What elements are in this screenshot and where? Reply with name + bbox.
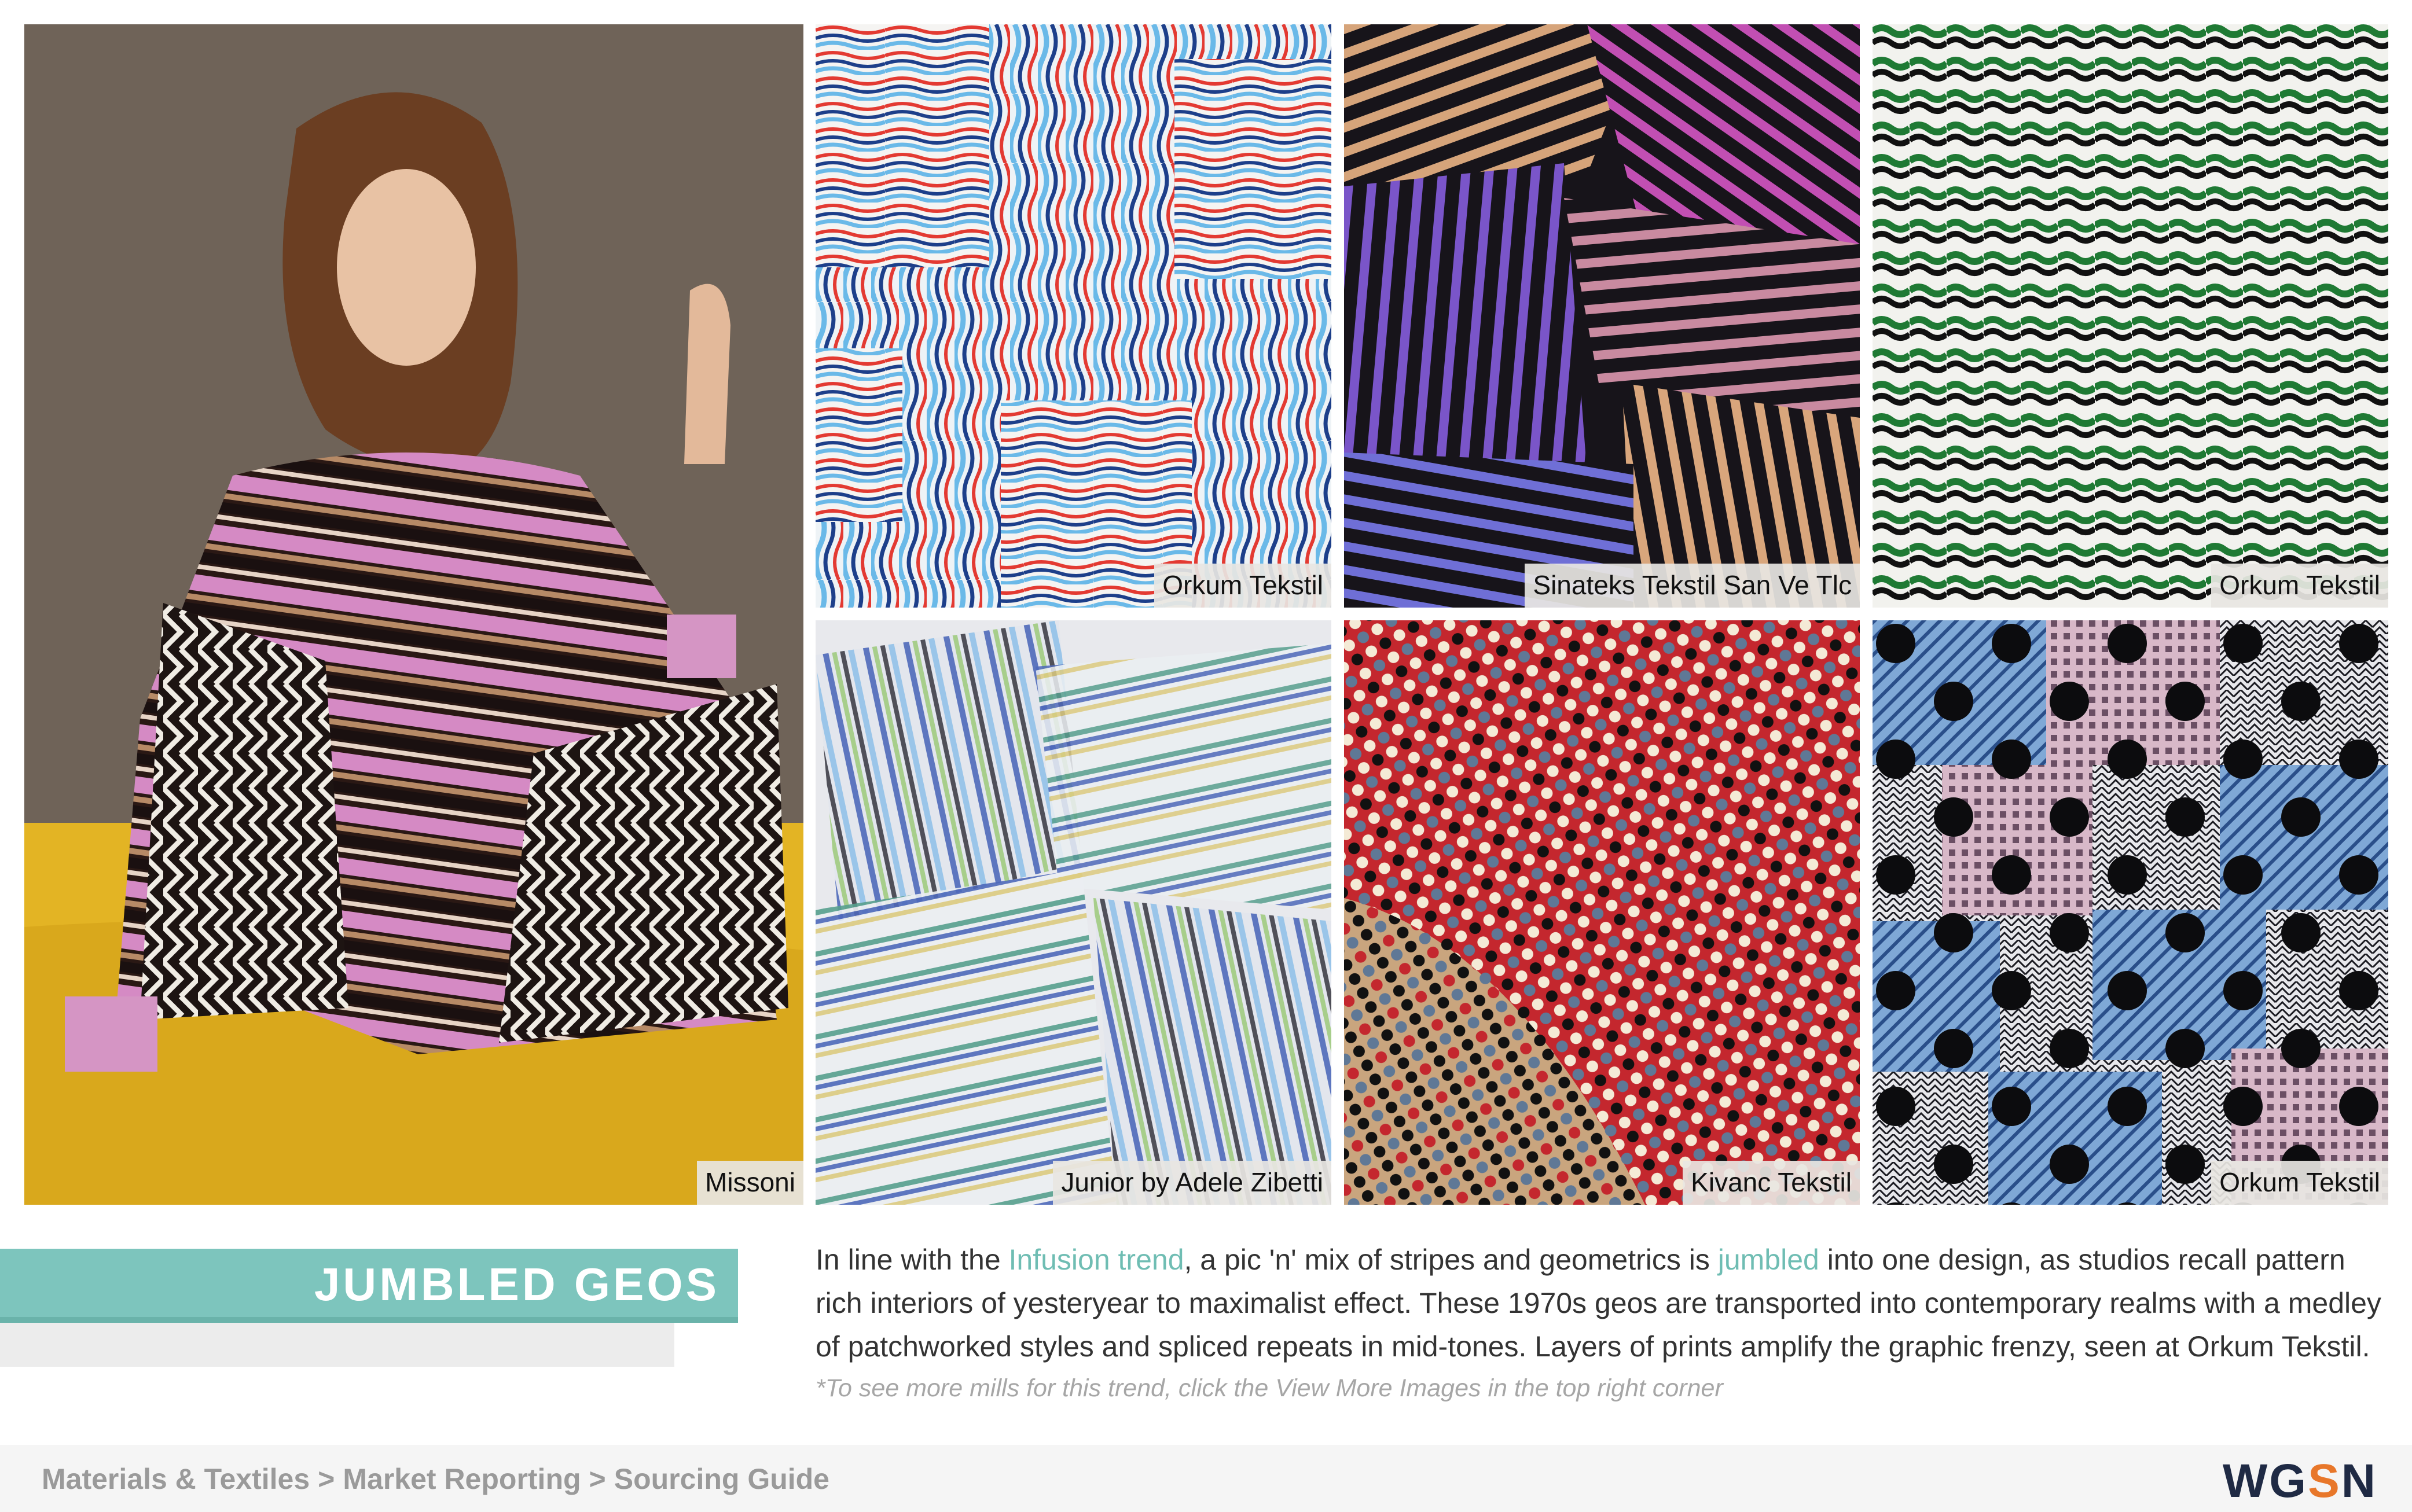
credit-label: Orkum Tekstil [2211, 1161, 2388, 1205]
fabric-tile-6: Orkum Tekstil [1873, 620, 2388, 1205]
fabric-swatch-image [1344, 620, 1860, 1205]
credit-label: Missoni [697, 1161, 803, 1205]
breadcrumb-separator: > [589, 1463, 606, 1495]
page-title: JUMBLED GEOS [314, 1259, 719, 1310]
trend-description: In line with the Infusion trend, a pic '… [816, 1238, 2390, 1368]
fabric-tile-3: Orkum Tekstil [1873, 24, 2388, 608]
jumbled-link[interactable]: jumbled [1718, 1244, 1819, 1276]
credit-label: Junior by Adele Zibetti [1053, 1161, 1331, 1205]
wgsn-logo[interactable]: WGSN [2223, 1458, 2377, 1505]
fabric-swatch-image [1873, 24, 2388, 608]
logo-text: WG [2222, 1455, 2308, 1507]
breadcrumb-item-sourcing-guide[interactable]: Sourcing Guide [614, 1463, 829, 1495]
title-band: JUMBLED GEOS [0, 1249, 738, 1323]
fabric-swatch-image [816, 24, 1331, 608]
breadcrumb-item-materials-textiles[interactable]: Materials & Textiles [42, 1463, 310, 1495]
fabric-tile-2: Sinateks Tekstil San Ve Tlc [1344, 24, 1860, 608]
logo-text: N [2341, 1455, 2377, 1507]
breadcrumb: Materials & Textiles > Market Reporting > So… [42, 1462, 829, 1496]
title-band-shadow [0, 1317, 674, 1367]
breadcrumb-item-market-reporting[interactable]: Market Reporting [343, 1463, 581, 1495]
fabric-swatch-image [1344, 24, 1860, 608]
fabric-swatch-image [816, 620, 1331, 1205]
credit-label: Orkum Tekstil [1154, 564, 1331, 608]
fabric-swatch-image [1873, 620, 2388, 1205]
credit-label: Sinateks Tekstil San Ve Tlc [1525, 564, 1860, 608]
footer: Materials & Textiles > Market Reporting > So… [0, 1445, 2412, 1512]
credit-label: Orkum Tekstil [2211, 564, 2388, 608]
fabric-tile-4: Junior by Adele Zibetti [816, 620, 1331, 1205]
credit-label: Kivanc Tekstil [1683, 1161, 1860, 1205]
description-text: In line with the [816, 1244, 1009, 1276]
fabric-tile-5: Kivanc Tekstil [1344, 620, 1860, 1205]
breadcrumb-separator: > [318, 1463, 335, 1495]
view-more-note: *To see more mills for this trend, click… [816, 1374, 1723, 1402]
infusion-trend-link[interactable]: Infusion trend [1009, 1244, 1184, 1276]
model-photo-image [24, 24, 803, 1205]
fabric-tile-1: Orkum Tekstil [816, 24, 1331, 608]
model-photo: Missoni [24, 24, 803, 1205]
logo-text-accent: S [2308, 1455, 2341, 1507]
title-band-underline [0, 1317, 738, 1323]
description-text: , a pic 'n' mix of stripes and geometric… [1184, 1244, 1718, 1276]
